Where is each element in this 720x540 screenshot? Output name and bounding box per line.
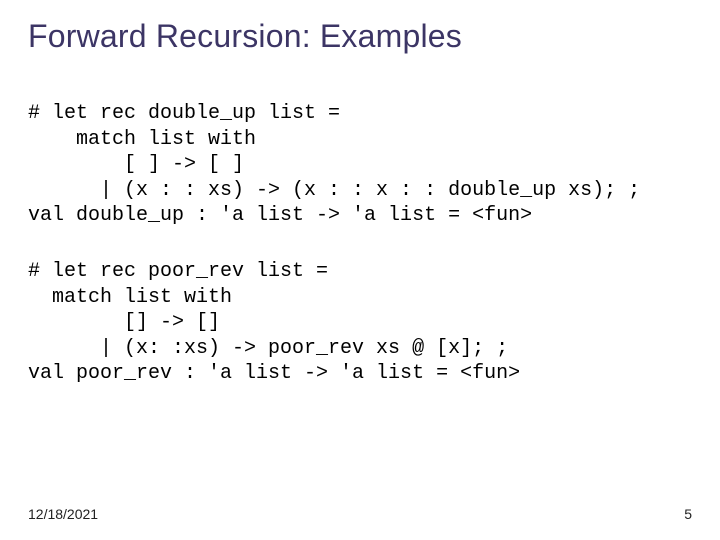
footer-date: 12/18/2021 <box>28 506 98 522</box>
footer: 12/18/2021 5 <box>28 506 692 522</box>
code-block-double-up: # let rec double_up list = match list wi… <box>28 101 692 229</box>
code-block-poor-rev: # let rec poor_rev list = match list wit… <box>28 259 692 387</box>
footer-page-number: 5 <box>684 506 692 522</box>
slide: Forward Recursion: Examples # let rec do… <box>0 0 720 540</box>
slide-title: Forward Recursion: Examples <box>28 18 692 55</box>
